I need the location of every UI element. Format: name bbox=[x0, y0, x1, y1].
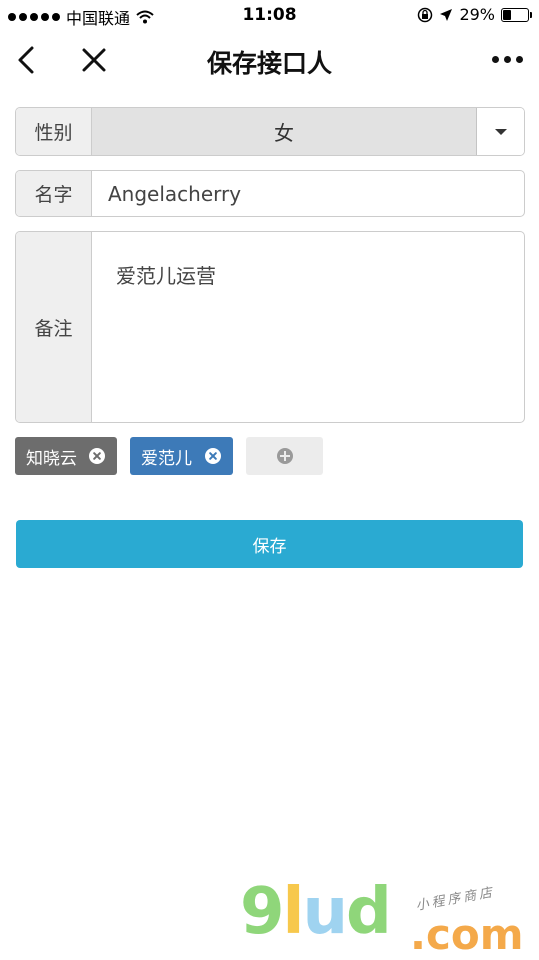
tag-label: 爱范儿 bbox=[141, 448, 192, 469]
status-right: 29% bbox=[417, 5, 532, 24]
save-button[interactable]: 保存 bbox=[16, 520, 523, 568]
page-title: 保存接口人 bbox=[206, 49, 332, 78]
note-textarea[interactable]: 爱范儿运营 bbox=[116, 260, 514, 289]
more-dots-icon[interactable] bbox=[492, 56, 523, 63]
caret-down-icon bbox=[494, 128, 507, 135]
nav-bar: 保存接口人 bbox=[0, 30, 539, 90]
watermark-subtitle: 小程序商店 bbox=[414, 885, 497, 914]
tag-aifaner[interactable]: 爱范儿 bbox=[130, 437, 233, 475]
remove-tag-icon[interactable] bbox=[89, 448, 105, 464]
battery-fill bbox=[503, 9, 511, 20]
gender-dropdown-toggle[interactable] bbox=[477, 108, 524, 155]
battery-icon bbox=[501, 7, 532, 22]
gender-label: 性别 bbox=[16, 108, 92, 155]
battery-percent: 29% bbox=[459, 5, 495, 24]
remove-tag-icon[interactable] bbox=[205, 448, 221, 464]
tag-label: 知晓云 bbox=[26, 448, 77, 469]
watermark: 9lud .com 小程序商店 bbox=[240, 875, 530, 959]
plus-circle-icon bbox=[276, 448, 293, 464]
rotation-lock-icon bbox=[418, 7, 433, 22]
gender-field: 性别 女 bbox=[15, 107, 525, 156]
name-field: 名字 Angelacherry bbox=[15, 170, 525, 217]
note-field: 备注 爱范儿运营 bbox=[15, 231, 525, 423]
add-tag-button[interactable] bbox=[246, 437, 323, 475]
status-bar: 中国联通 11:08 29% bbox=[0, 0, 539, 30]
gender-select[interactable]: 女 bbox=[92, 108, 477, 155]
watermark-domain: .com bbox=[410, 910, 524, 959]
note-label: 备注 bbox=[16, 232, 92, 422]
location-arrow-icon bbox=[440, 8, 453, 21]
name-input[interactable]: Angelacherry bbox=[108, 171, 524, 216]
watermark-logo: 9lud bbox=[240, 875, 392, 949]
name-label: 名字 bbox=[16, 171, 92, 216]
tag-zhixiaoyun[interactable]: 知晓云 bbox=[15, 437, 117, 475]
